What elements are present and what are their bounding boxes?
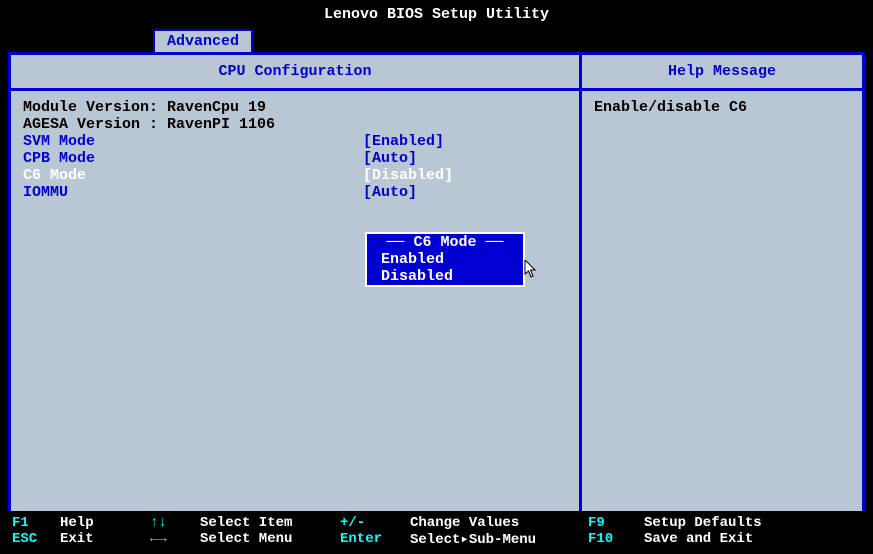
label-select-submenu: Select▸Sub-Menu <box>410 531 588 548</box>
label-exit: Exit <box>60 531 150 548</box>
key-f9: F9 <box>588 515 644 531</box>
option-iommu-label: IOMMU <box>23 184 363 201</box>
option-c6-value: [Disabled] <box>363 167 453 184</box>
module-version: Module Version: RavenCpu 19 <box>23 99 567 116</box>
option-cpb-label: CPB Mode <box>23 150 363 167</box>
footer-row-1: F1 Help ↑↓ Select Item +/- Change Values… <box>12 515 861 531</box>
popup-title: C6 Mode <box>367 234 523 251</box>
footer: F1 Help ↑↓ Select Item +/- Change Values… <box>0 511 873 554</box>
key-plusminus: +/- <box>340 515 410 531</box>
main-area: CPU Configuration Module Version: RavenC… <box>8 52 865 527</box>
page-title: Lenovo BIOS Setup Utility <box>0 0 873 29</box>
option-svm-label: SVM Mode <box>23 133 363 150</box>
option-c6-label: C6 Mode <box>23 167 363 184</box>
help-text: Enable/disable C6 <box>582 91 862 124</box>
option-iommu[interactable]: IOMMU [Auto] <box>23 184 567 201</box>
label-select-menu: Select Menu <box>200 531 340 548</box>
key-esc: ESC <box>12 531 60 548</box>
option-cpb[interactable]: CPB Mode [Auto] <box>23 150 567 167</box>
popup-c6-mode: C6 Mode Enabled Disabled <box>365 232 525 287</box>
option-svm[interactable]: SVM Mode [Enabled] <box>23 133 567 150</box>
tab-advanced[interactable]: Advanced <box>153 29 253 52</box>
key-enter: Enter <box>340 531 410 548</box>
option-iommu-value: [Auto] <box>363 184 417 201</box>
left-panel-body: Module Version: RavenCpu 19 AGESA Versio… <box>11 91 579 524</box>
popup-option-enabled[interactable]: Enabled <box>367 251 523 268</box>
tab-row: Advanced <box>0 29 873 52</box>
label-setup-defaults: Setup Defaults <box>644 515 762 531</box>
help-title: Help Message <box>582 55 862 91</box>
key-f1: F1 <box>12 515 60 531</box>
label-select-item: Select Item <box>200 515 340 531</box>
key-leftright: ←→ <box>150 531 200 548</box>
option-c6[interactable]: C6 Mode [Disabled] <box>23 167 567 184</box>
label-change-values: Change Values <box>410 515 588 531</box>
key-updown: ↑↓ <box>150 515 200 531</box>
key-f10: F10 <box>588 531 644 548</box>
left-panel: CPU Configuration Module Version: RavenC… <box>11 55 582 524</box>
footer-row-2: ESC Exit ←→ Select Menu Enter Select▸Sub… <box>12 531 861 548</box>
option-cpb-value: [Auto] <box>363 150 417 167</box>
label-save-exit: Save and Exit <box>644 531 753 548</box>
label-help: Help <box>60 515 150 531</box>
left-panel-title: CPU Configuration <box>11 55 579 91</box>
popup-option-disabled[interactable]: Disabled <box>367 268 523 285</box>
option-svm-value: [Enabled] <box>363 133 444 150</box>
agesa-version: AGESA Version : RavenPI 1106 <box>23 116 567 133</box>
right-panel: Help Message Enable/disable C6 <box>582 55 862 524</box>
